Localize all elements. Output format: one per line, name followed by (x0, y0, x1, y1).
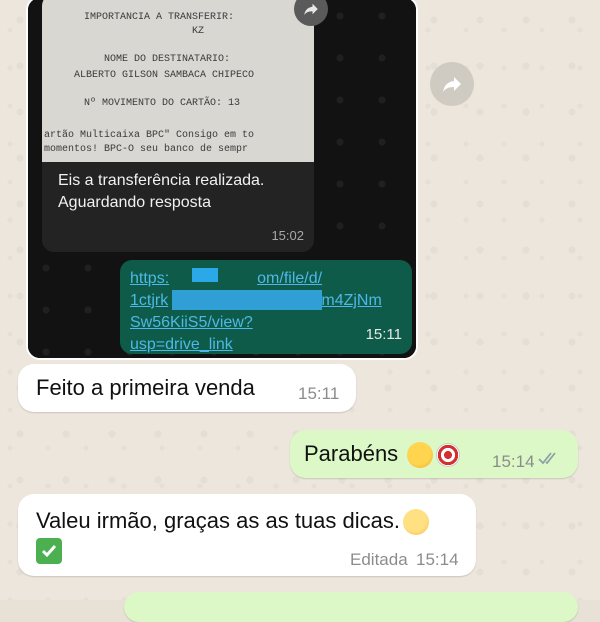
receipt-line: IMPORTANCIA A TRANSFERIR: (84, 12, 235, 23)
receipt-line: artão Multicaixa BPC" Consigo em to (44, 130, 255, 141)
message-text: Feito a primeira venda (36, 375, 255, 400)
image-caption-time: 15:02 (271, 228, 304, 243)
outgoing-message[interactable]: Parabéns 15:14 (290, 430, 578, 478)
relieved-face-emoji (403, 509, 429, 536)
link-line: 1ctjrk (130, 292, 169, 309)
outgoing-message-partial[interactable] (124, 592, 578, 622)
message-time: 15:14 (492, 452, 535, 471)
receipt-photo: IMPORTANCIA A TRANSFERIR: KZ NOME DO DES… (42, 0, 314, 162)
receipt-line: Nº MOVIMENTO DO CARTÃO: 13 (84, 98, 241, 109)
message-text-label: Valeu irmão, graças as as tuas dicas. (36, 508, 400, 533)
receipt-line: KZ (192, 26, 205, 37)
link-text[interactable]: https: om/file/d/ 1ctjrk Plbm4ZjNm Sw56Kii… (130, 268, 390, 354)
image-receipt-message: IMPORTANCIA A TRANSFERIR: KZ NOME DO DES… (42, 0, 314, 252)
message-text: Parabéns (304, 441, 461, 469)
message-time: 15:14 (416, 550, 459, 569)
image-caption: Eis a transferência realizada. Aguardand… (58, 172, 265, 211)
check-mark-emoji (36, 538, 62, 564)
redaction-mark (192, 268, 218, 282)
link-line: https: (130, 270, 170, 287)
receipt-line: NOME DO DESTINATARIO: (104, 54, 231, 65)
image-link-message: https: om/file/d/ 1ctjrk Plbm4ZjNm Sw56Kii… (120, 260, 412, 354)
link-line: om/file/d/ (257, 270, 323, 287)
message-time: 15:11 (298, 384, 340, 403)
link-line: usp=drive_link (130, 336, 233, 353)
incoming-message[interactable]: Valeu irmão, graças as as tuas dicas. Ed… (18, 494, 476, 576)
receipt-line: momentos! BPC-O seu banco de sempr (44, 144, 249, 155)
message-text-label: Parabéns (304, 441, 399, 466)
receipt-line: ALBERTO GILSON SAMBACA CHIPECO (74, 70, 255, 81)
partying-face-emoji (407, 442, 434, 469)
forwarded-image[interactable]: IMPORTANCIA A TRANSFERIR: KZ NOME DO DES… (26, 0, 418, 360)
message-text: Valeu irmão, graças as as tuas dicas. (36, 508, 429, 536)
forward-icon[interactable] (430, 62, 474, 106)
redaction-mark (172, 290, 322, 310)
target-emoji (436, 443, 461, 468)
incoming-message[interactable]: Feito a primeira venda 15:11 (18, 364, 356, 412)
link-line: Sw56KiiS5/view? (130, 314, 253, 331)
read-receipt-icon (538, 450, 560, 471)
link-message-time: 15:11 (365, 326, 402, 343)
edited-label: Editada (350, 550, 408, 569)
